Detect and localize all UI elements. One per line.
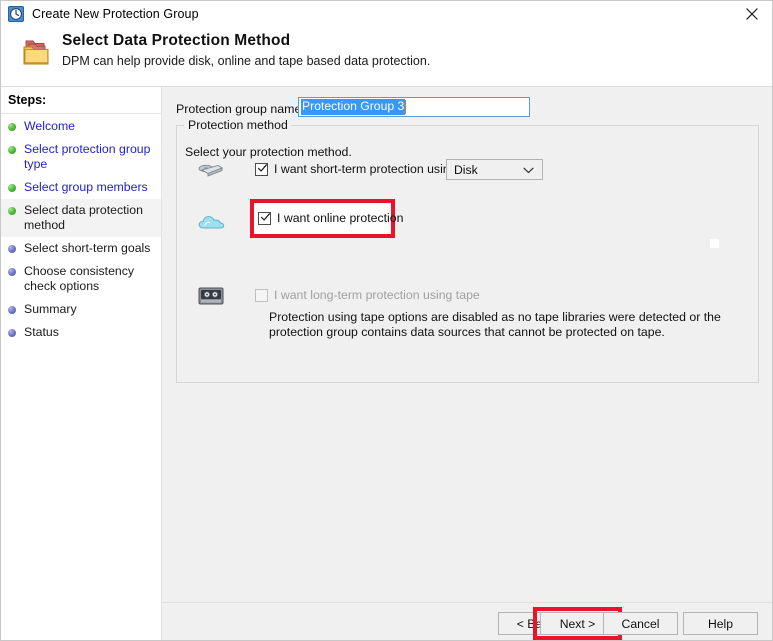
step-bullet-icon bbox=[8, 184, 16, 192]
step-bullet-icon bbox=[8, 123, 16, 131]
steps-sidebar: Steps: Welcome Select protection group t… bbox=[1, 87, 162, 640]
long-term-protection-checkbox bbox=[255, 288, 268, 302]
step-bullet-icon bbox=[8, 329, 16, 337]
step-label: Choose consistency check options bbox=[24, 264, 135, 293]
window-title: Create New Protection Group bbox=[32, 7, 199, 21]
cancel-button[interactable]: Cancel bbox=[603, 612, 678, 635]
protection-group-name-label: Protection group name: bbox=[176, 102, 305, 116]
checkmark-icon bbox=[258, 163, 267, 172]
sidebar-item-choose-consistency-check-options[interactable]: Choose consistency check options bbox=[1, 260, 161, 298]
online-checkbox-group[interactable]: I want online protection bbox=[258, 211, 403, 225]
content-pane: Protection group name: Protection Group … bbox=[162, 87, 772, 602]
sidebar-item-welcome[interactable]: Welcome bbox=[1, 115, 161, 138]
steps-divider bbox=[1, 113, 161, 114]
folders-icon bbox=[21, 36, 57, 70]
short-term-media-select[interactable]: Disk bbox=[446, 159, 543, 180]
step-bullet-icon bbox=[8, 245, 16, 253]
step-label: Summary bbox=[24, 302, 77, 316]
sidebar-item-select-short-term-goals[interactable]: Select short-term goals bbox=[1, 237, 161, 260]
long-term-disabled-note: Protection using tape options are disabl… bbox=[269, 310, 721, 339]
short-term-checkbox[interactable] bbox=[255, 162, 268, 176]
render-artifact bbox=[710, 239, 719, 248]
footer-button-bar: < Back Next > Cancel Help bbox=[162, 603, 772, 640]
step-label: Welcome bbox=[24, 119, 76, 133]
protection-group-name-value: Protection Group 3 bbox=[301, 99, 406, 115]
page-title: Select Data Protection Method bbox=[62, 32, 291, 49]
sidebar-item-select-data-protection-method[interactable]: Select data protection method bbox=[1, 199, 161, 237]
short-term-media-value: Disk bbox=[454, 162, 478, 177]
short-term-checkbox-label: I want short-term protection using: bbox=[274, 162, 460, 176]
cloud-icon bbox=[197, 211, 225, 235]
step-bullet-icon bbox=[8, 146, 16, 154]
clock-history-icon bbox=[8, 6, 24, 22]
long-term-checkbox-group: I want long-term protection using tape bbox=[255, 288, 480, 302]
chevron-down-icon bbox=[523, 161, 534, 179]
dialog-header: Select Data Protection Method DPM can he… bbox=[1, 27, 772, 87]
step-bullet-icon bbox=[8, 306, 16, 314]
step-label: Select data protection method bbox=[24, 203, 143, 232]
sidebar-item-select-protection-group-type[interactable]: Select protection group type bbox=[1, 138, 161, 176]
protection-group-name-input[interactable]: Protection Group 3 bbox=[298, 97, 530, 117]
tape-icon bbox=[197, 285, 225, 309]
instruction-text: Select your protection method. bbox=[185, 145, 352, 159]
help-button[interactable]: Help bbox=[683, 612, 758, 635]
page-subtitle: DPM can help provide disk, online and ta… bbox=[62, 54, 431, 68]
step-label: Select protection group type bbox=[24, 142, 151, 171]
step-bullet-icon bbox=[8, 268, 16, 276]
title-bar: Create New Protection Group bbox=[1, 1, 772, 27]
step-label: Select short-term goals bbox=[24, 241, 151, 255]
online-protection-checkbox[interactable] bbox=[258, 211, 271, 225]
step-label: Status bbox=[24, 325, 59, 339]
sidebar-item-status[interactable]: Status bbox=[1, 321, 161, 344]
long-term-protection-checkbox-label: I want long-term protection using tape bbox=[274, 288, 480, 302]
sidebar-item-summary[interactable]: Summary bbox=[1, 298, 161, 321]
online-protection-checkbox-label: I want online protection bbox=[277, 211, 404, 225]
short-term-checkbox-group[interactable]: I want short-term protection using: bbox=[255, 162, 460, 176]
close-icon[interactable] bbox=[729, 1, 772, 27]
sidebar-item-select-group-members[interactable]: Select group members bbox=[1, 176, 161, 199]
text-caret bbox=[405, 100, 407, 114]
steps-heading: Steps: bbox=[8, 93, 47, 107]
steps-list: Welcome Select protection group type Sel… bbox=[1, 115, 161, 344]
step-label: Select group members bbox=[24, 180, 148, 194]
groupbox-legend: Protection method bbox=[185, 118, 291, 132]
step-bullet-icon bbox=[8, 207, 16, 215]
checkmark-icon bbox=[261, 212, 270, 221]
dialog-window: Create New Protection Group Select Data … bbox=[0, 0, 773, 641]
disk-icon bbox=[197, 159, 225, 183]
